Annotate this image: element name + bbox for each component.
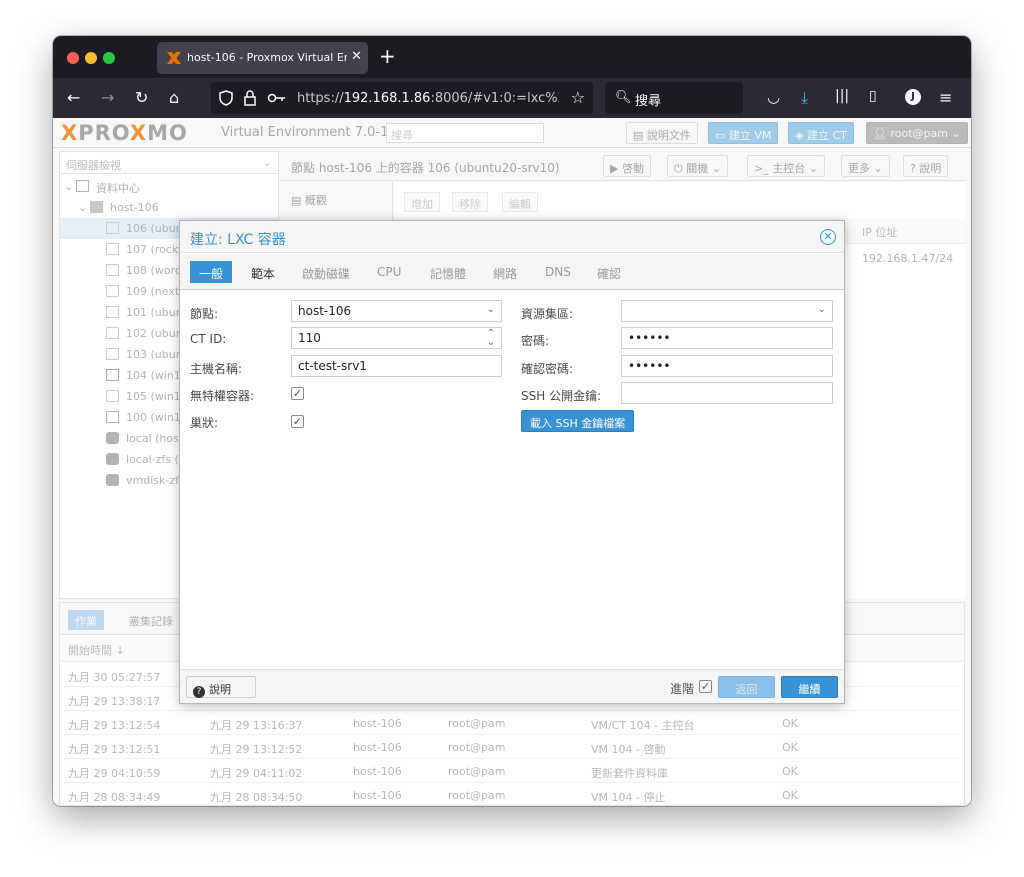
lock-warning-icon[interactable] [243,90,257,106]
pool-label: 資源集區: [521,307,574,321]
shield-icon[interactable] [219,90,233,106]
node-label: 節點: [190,307,219,321]
tab-general[interactable]: 一般 [190,261,233,283]
new-tab-button[interactable]: + [379,44,396,68]
hamburger-menu-icon[interactable]: ≡ [939,88,952,107]
forward-arrow-icon[interactable]: → [101,88,114,107]
reload-icon[interactable]: ↻ [135,88,148,107]
url-host: 192.168.1.86 [343,91,431,106]
tab-cpu[interactable]: CPU [368,261,410,283]
confirm-password-label: 確認密碼: [521,362,574,376]
ssh-key-input[interactable] [621,382,833,404]
dialog-footer: ? 說明 進階 ✓ 返回 繼續 [180,669,844,703]
nesting-label: 巢狀: [190,416,219,430]
nav-bar: ← → ↻ ⌂ https://192.168.1.86:8006/#v1:0:… [53,78,971,118]
proxmox-favicon-icon [167,52,181,64]
tab-dns[interactable]: DNS [536,261,580,283]
tab-template[interactable]: 範本 [242,261,284,283]
confirm-password-input[interactable]: •••••• [621,355,833,377]
question-icon: ? [193,686,205,698]
tab-bar: host-106 - Proxmox Virtual Environment ✕… [53,36,971,78]
tab-memory[interactable]: 記憶體 [421,261,475,283]
pool-select[interactable]: ⌄ [621,300,833,322]
next-button[interactable]: 繼續 [781,676,838,698]
url-text[interactable]: https://192.168.1.86:8006/#v1:0:=lxc%2F1… [297,91,559,106]
dialog-title: 建立: LXC 容器 [190,232,286,248]
unprivileged-checkbox[interactable]: ✓ [291,387,304,400]
minimize-window-button[interactable] [85,52,97,64]
load-ssh-key-button[interactable]: 載入 SSH 金鑰檔案 [521,410,635,432]
tab-root-disk[interactable]: 啟動磁碟 [293,261,359,283]
tab-close-icon[interactable]: ✕ [351,49,362,64]
tab-network[interactable]: 網路 [484,261,526,283]
search-bar[interactable]: 🔍︎ 搜尋 [605,82,743,114]
close-window-button[interactable] [67,52,79,64]
back-button[interactable]: 返回 [718,676,775,698]
sidebar-toggle-icon[interactable]: ▯ [869,88,877,104]
url-bar[interactable]: https://192.168.1.86:8006/#v1:0:=lxc%2F1… [211,82,593,114]
password-label: 密碼: [521,334,550,348]
advanced-label: 進階 [670,682,695,696]
ssh-key-label: SSH 公開金鑰: [521,389,602,403]
chevron-down-icon: ⌄ [817,304,826,315]
browser-window: host-106 - Proxmox Virtual Environment ✕… [53,36,971,806]
create-lxc-dialog: 建立: LXC 容器 ✕ 一般 範本 啟動磁碟 CPU 記憶體 網路 DNS 確… [179,220,845,704]
download-icon[interactable]: ⤓ [801,88,808,108]
library-icon[interactable]: ||| [835,88,849,104]
tab-confirm[interactable]: 確認 [588,261,630,283]
dialog-title-bar: 建立: LXC 容器 ✕ [180,221,844,253]
chevron-down-icon: ⌄ [486,304,495,315]
password-input[interactable]: •••••• [621,327,833,349]
pocket-icon[interactable]: ◡ [767,88,780,106]
proxmox-app: XPROXMO Virtual Environment 7.0-11 搜尋 ▤ … [53,118,971,806]
search-placeholder: 搜尋 [635,94,662,109]
home-icon[interactable]: ⌂ [169,88,179,107]
advanced-checkbox[interactable]: ✓ [699,680,712,693]
ctid-label: CT ID: [190,332,227,346]
dialog-close-icon[interactable]: ✕ [820,229,836,245]
dialog-help-button[interactable]: ? 說明 [186,676,256,698]
browser-tab[interactable]: host-106 - Proxmox Virtual Environment ✕ [157,42,368,74]
back-arrow-icon[interactable]: ← [67,88,80,107]
maximize-window-button[interactable] [103,52,115,64]
ctid-spinner[interactable]: 110 ⌃ ⌄ [291,327,502,349]
hostname-label: 主機名稱: [190,362,243,376]
node-select[interactable]: host-106 ⌄ [291,300,502,322]
nesting-checkbox[interactable]: ✓ [291,415,304,428]
wizard-tabs: 一般 範本 啟動磁碟 CPU 記憶體 網路 DNS 確認 [180,254,844,290]
unprivileged-label: 無特權容器: [190,389,255,403]
url-path: :8006/#v1:0:=lxc%2F106 [430,91,559,106]
key-icon[interactable] [267,92,287,104]
tab-title: host-106 - Proxmox Virtual Environment [187,51,347,64]
bookmark-star-icon[interactable]: ☆ [571,88,585,107]
magnifier-icon: 🔍︎ [615,90,632,105]
hostname-input[interactable]: ct-test-srv1 [291,355,502,377]
spinner-arrows-icon[interactable]: ⌃ ⌄ [487,329,495,348]
account-avatar-icon[interactable]: J [905,89,921,105]
url-prefix: https:// [297,91,344,106]
